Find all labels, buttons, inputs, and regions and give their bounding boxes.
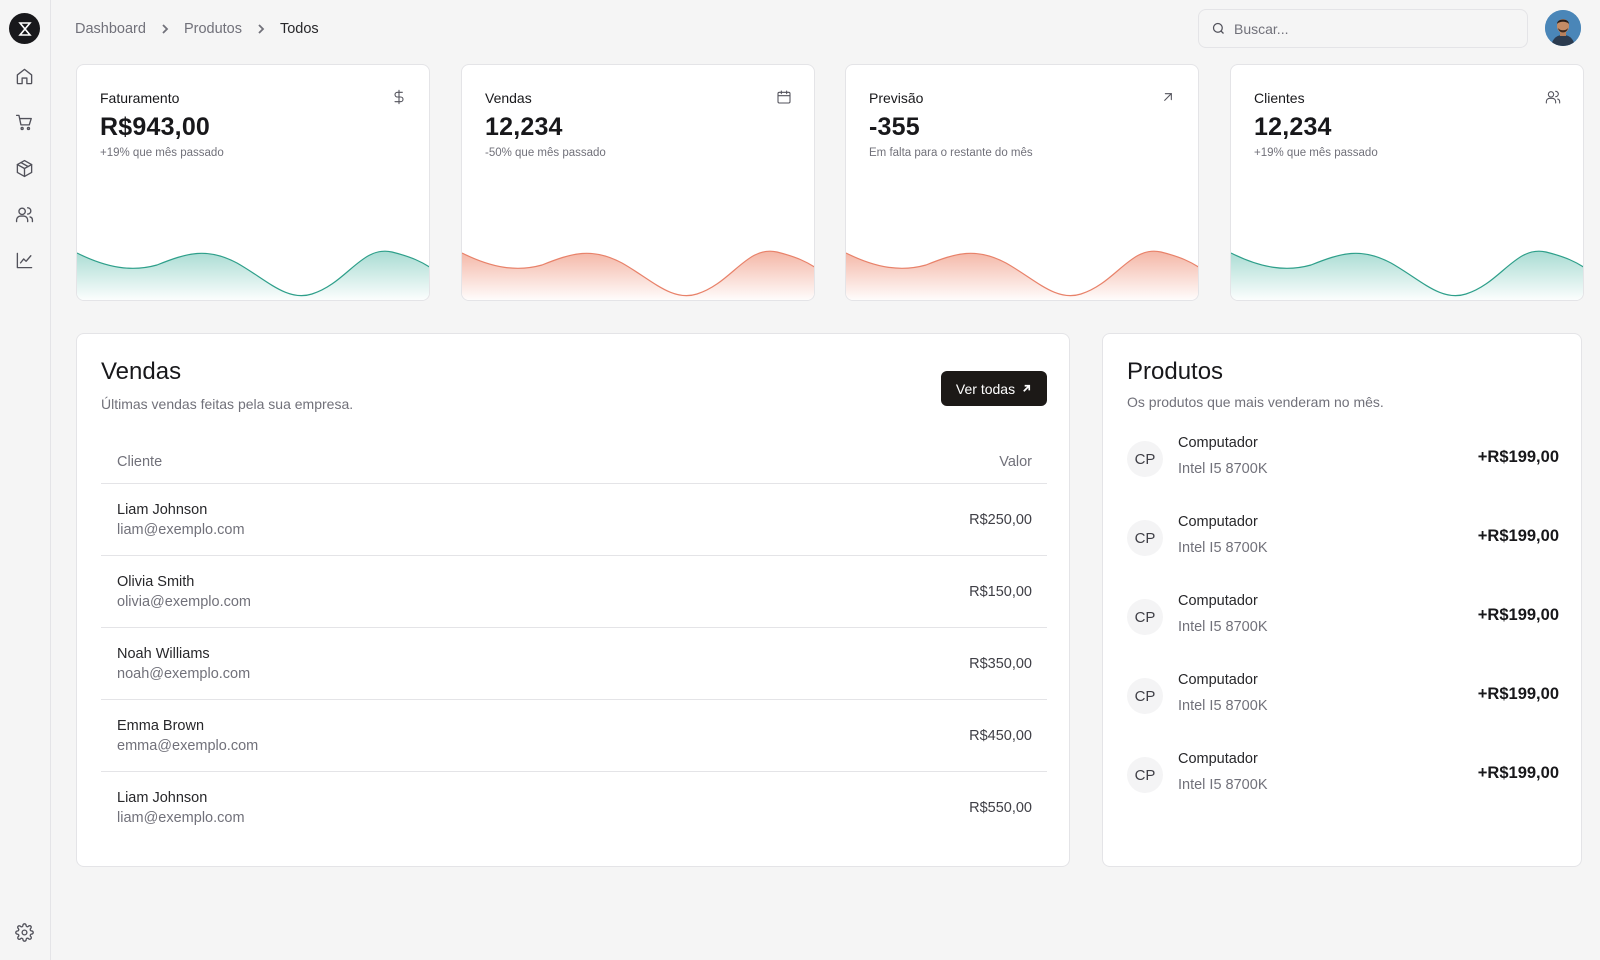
package-icon[interactable] <box>12 156 36 180</box>
avatar[interactable] <box>1545 10 1581 46</box>
search-icon <box>1212 22 1224 34</box>
arrow-up-right-icon <box>1023 384 1031 392</box>
stat-subtitle: -50% que mês passado <box>485 147 606 159</box>
stat-card-previsao: Previsão -355 Em falta para o restante d… <box>845 64 1199 301</box>
stat-card-clientes: Clientes 12,234 +19% que mês passado <box>1230 64 1584 301</box>
product-amount: +R$199,00 <box>1477 527 1559 545</box>
stat-card-vendas: Vendas 12,234 -50% que mês passado <box>461 64 815 301</box>
breadcrumb-dashboard[interactable]: Dashboard <box>75 21 146 37</box>
customer-name: Noah Williams <box>117 646 210 662</box>
table-row[interactable]: Noah Williams noah@exemplo.com R$350,00 <box>101 628 1047 700</box>
customer-name: Liam Johnson <box>117 502 208 518</box>
product-name: Computador <box>1178 593 1258 609</box>
list-item[interactable]: CP Computador Intel I5 8700K +R$199,00 <box>1127 587 1559 647</box>
product-avatar: CP <box>1127 441 1163 477</box>
home-icon[interactable] <box>12 64 36 88</box>
breadcrumb: Dashboard Produtos Todos <box>75 19 319 39</box>
product-detail: Intel I5 8700K <box>1178 619 1268 635</box>
column-header-valor: Valor <box>999 454 1032 470</box>
stat-card-faturamento: Faturamento R$943,00 +19% que mês passad… <box>76 64 430 301</box>
line-chart-icon[interactable] <box>12 248 36 272</box>
chevron-right-icon <box>255 23 267 35</box>
dollar-icon <box>391 89 407 105</box>
area-sparkline <box>77 250 429 300</box>
stat-value: -355 <box>869 113 920 141</box>
product-amount: +R$199,00 <box>1477 685 1559 703</box>
table-header: Cliente Valor <box>101 439 1047 484</box>
products-panel: Produtos Os produtos que mais venderam n… <box>1102 333 1582 867</box>
stat-title: Vendas <box>485 90 532 106</box>
table-row[interactable]: Emma Brown emma@exemplo.com R$450,00 <box>101 700 1047 772</box>
stat-title: Clientes <box>1254 90 1305 106</box>
cart-icon[interactable] <box>12 110 36 134</box>
sale-amount: R$550,00 <box>969 800 1032 816</box>
product-name: Computador <box>1178 514 1258 530</box>
sale-amount: R$150,00 <box>969 584 1032 600</box>
chevron-right-icon <box>159 23 171 35</box>
customer-name: Olivia Smith <box>117 574 195 590</box>
sale-amount: R$350,00 <box>969 656 1032 672</box>
panel-title: Vendas <box>101 358 182 385</box>
product-amount: +R$199,00 <box>1477 448 1559 466</box>
column-header-cliente: Cliente <box>117 454 163 470</box>
customer-email: olivia@exemplo.com <box>117 594 251 610</box>
table-row[interactable]: Liam Johnson liam@exemplo.com R$250,00 <box>101 484 1047 556</box>
stat-subtitle: +19% que mês passado <box>1254 147 1378 159</box>
product-avatar: CP <box>1127 757 1163 793</box>
panel-description: Últimas vendas feitas pela sua empresa. <box>101 396 354 412</box>
product-amount: +R$199,00 <box>1477 764 1559 782</box>
customer-email: liam@exemplo.com <box>117 810 245 826</box>
stat-title: Previsão <box>869 90 924 106</box>
customer-name: Liam Johnson <box>117 790 208 806</box>
customer-name: Emma Brown <box>117 718 205 734</box>
product-name: Computador <box>1178 672 1258 688</box>
logo-icon[interactable] <box>9 13 40 44</box>
list-item[interactable]: CP Computador Intel I5 8700K +R$199,00 <box>1127 745 1559 805</box>
product-avatar: CP <box>1127 520 1163 556</box>
stat-title: Faturamento <box>100 90 180 106</box>
stat-value: 12,234 <box>485 113 563 141</box>
calendar-icon <box>776 89 792 105</box>
list-item[interactable]: CP Computador Intel I5 8700K +R$199,00 <box>1127 666 1559 726</box>
panel-description: Os produtos que mais venderam no mês. <box>1127 394 1384 410</box>
view-all-label: Ver todas <box>955 380 1016 397</box>
search-input[interactable] <box>1234 20 1504 37</box>
product-detail: Intel I5 8700K <box>1178 777 1268 793</box>
stat-value: R$943,00 <box>100 113 211 141</box>
stat-subtitle: Em falta para o restante do mês <box>869 147 1033 159</box>
sales-panel: Vendas Últimas vendas feitas pela sua em… <box>76 333 1070 867</box>
stat-value: 12,234 <box>1254 113 1332 141</box>
search-box <box>1198 9 1528 48</box>
product-detail: Intel I5 8700K <box>1178 540 1268 556</box>
sale-amount: R$450,00 <box>969 728 1032 744</box>
list-item[interactable]: CP Computador Intel I5 8700K +R$199,00 <box>1127 429 1559 489</box>
table-row[interactable]: Olivia Smith olivia@exemplo.com R$150,00 <box>101 556 1047 628</box>
product-name: Computador <box>1178 751 1258 767</box>
product-amount: +R$199,00 <box>1477 606 1559 624</box>
area-sparkline <box>462 250 814 300</box>
customer-email: emma@exemplo.com <box>117 738 259 754</box>
customer-email: liam@exemplo.com <box>117 522 245 538</box>
product-name: Computador <box>1178 435 1258 451</box>
users-icon[interactable] <box>12 202 36 226</box>
stat-subtitle: +19% que mês passado <box>100 147 224 159</box>
list-item[interactable]: CP Computador Intel I5 8700K +R$199,00 <box>1127 508 1559 568</box>
view-all-button[interactable]: Ver todas <box>941 371 1047 406</box>
users-icon <box>1545 89 1561 105</box>
area-sparkline <box>846 250 1198 300</box>
arrow-up-right-icon <box>1160 89 1176 105</box>
panel-title: Produtos <box>1127 358 1224 385</box>
product-detail: Intel I5 8700K <box>1178 698 1268 714</box>
customer-email: noah@exemplo.com <box>117 666 251 682</box>
breadcrumb-todos: Todos <box>279 21 319 37</box>
area-sparkline <box>1231 250 1583 300</box>
table-row[interactable]: Liam Johnson liam@exemplo.com R$550,00 <box>101 772 1047 844</box>
product-avatar: CP <box>1127 599 1163 635</box>
gear-icon[interactable] <box>12 920 36 944</box>
breadcrumb-produtos[interactable]: Produtos <box>184 21 242 37</box>
product-detail: Intel I5 8700K <box>1178 461 1268 477</box>
product-avatar: CP <box>1127 678 1163 714</box>
sale-amount: R$250,00 <box>969 512 1032 528</box>
sidebar <box>0 0 51 960</box>
